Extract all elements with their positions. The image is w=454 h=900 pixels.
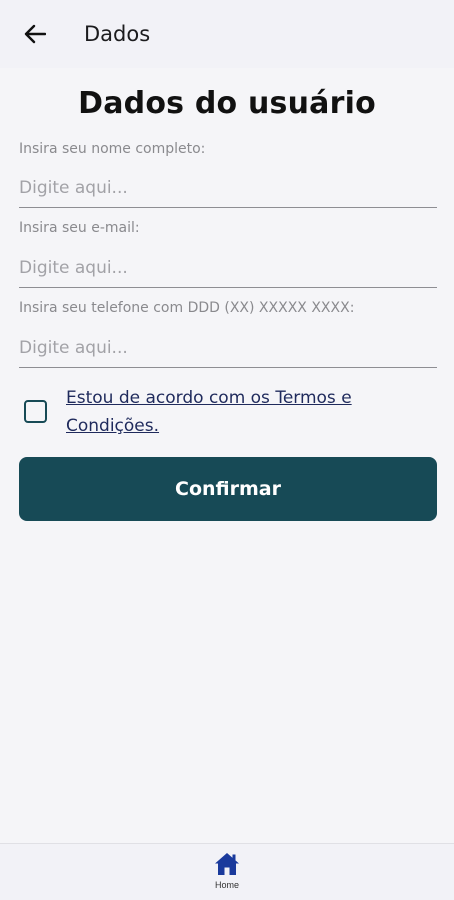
terms-link[interactable]: Estou de acordo com os Termos e Condiçõe… (66, 384, 396, 440)
confirm-button[interactable]: Confirmar (19, 457, 437, 521)
nav-item-home[interactable]: Home (197, 852, 257, 898)
app-bar: Dados (0, 0, 454, 68)
app-bar-title: Dados (84, 22, 151, 46)
phone-label: Insira seu telefone com DDD (XX) XXXXX X… (19, 300, 355, 316)
email-input[interactable] (19, 248, 437, 288)
phone-input[interactable] (19, 328, 437, 368)
back-button[interactable] (20, 19, 50, 49)
name-label: Insira seu nome completo: (19, 141, 206, 157)
terms-checkbox[interactable] (24, 400, 47, 423)
email-label: Insira seu e-mail: (19, 220, 140, 236)
terms-row: Estou de acordo com os Termos e Condiçõe… (24, 384, 444, 440)
arrow-left-icon (24, 24, 46, 44)
nav-item-label: Home (214, 880, 239, 890)
home-icon (215, 853, 239, 875)
name-input[interactable] (19, 168, 437, 208)
bottom-nav: Home (0, 843, 454, 900)
page-title: Dados do usuário (78, 86, 376, 121)
